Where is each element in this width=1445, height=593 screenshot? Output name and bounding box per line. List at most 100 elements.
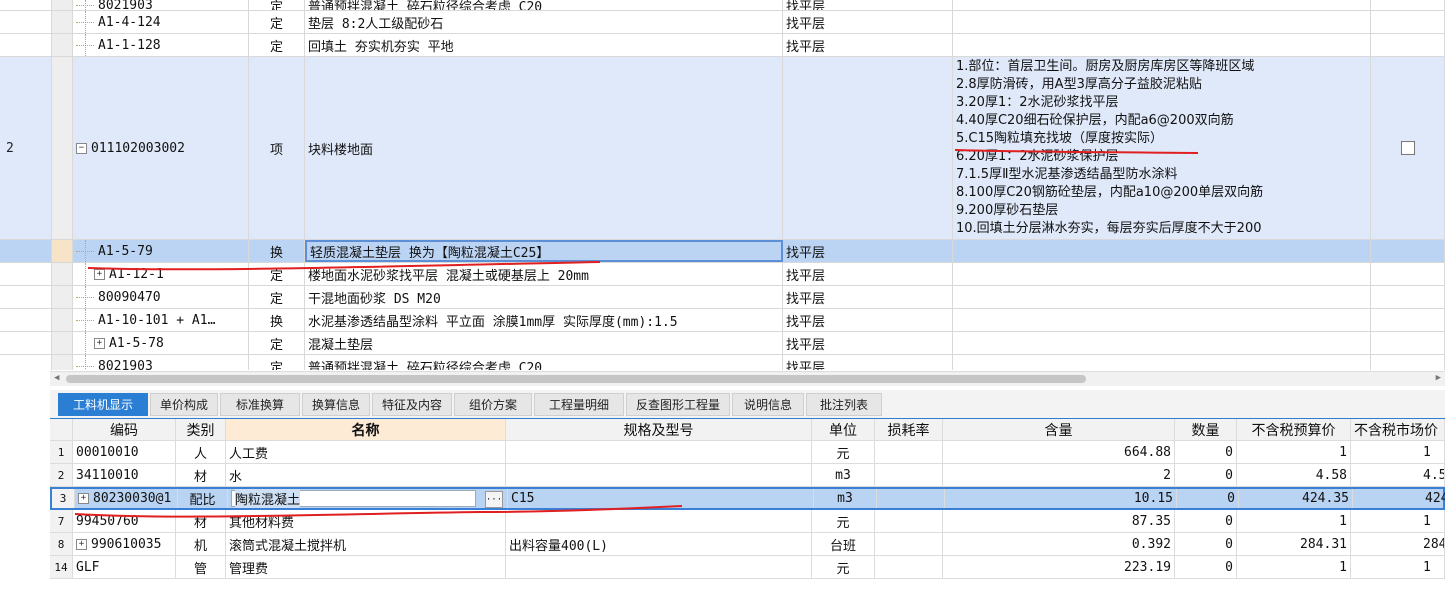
- item-check-cell[interactable]: [1371, 34, 1445, 56]
- item-check-cell[interactable]: [1371, 0, 1445, 10]
- item-type[interactable]: 定: [249, 34, 305, 56]
- resource-name-cell[interactable]: 陶粒混凝土 ···: [228, 489, 508, 508]
- item-type[interactable]: 定: [249, 286, 305, 308]
- resource-loss-rate[interactable]: [875, 533, 943, 555]
- item-name[interactable]: 水泥基渗透结晶型涂料 平立面 涂膜1mm厚 实际厚度(mm):1.5: [305, 309, 783, 331]
- horizontal-scrollbar[interactable]: ◀ ▶: [50, 371, 1445, 386]
- resource-code-cell[interactable]: +80230030@1: [75, 489, 178, 508]
- resource-unit[interactable]: m3: [814, 489, 877, 508]
- bill-row[interactable]: + A1-12-1 定楼地面水泥砂浆找平层 混凝土或硬基层上 20mm 找平层: [0, 263, 1445, 286]
- resource-quantity[interactable]: 0: [1175, 556, 1237, 578]
- resource-unit[interactable]: m3: [812, 464, 875, 486]
- resource-category[interactable]: 材: [176, 510, 226, 532]
- item-code-cell[interactable]: A1-1-128: [73, 34, 249, 56]
- resource-loss-rate[interactable]: [877, 489, 945, 508]
- header-code[interactable]: 编码: [73, 419, 176, 440]
- item-feature[interactable]: 找平层: [783, 34, 953, 56]
- header-market-price[interactable]: 不含税市场价: [1351, 419, 1445, 440]
- resource-code-cell[interactable]: 99450760: [73, 510, 176, 532]
- item-name[interactable]: 普通预拌混凝土 碎石粒径综合考虑 C20: [305, 355, 783, 370]
- row-gutter[interactable]: [52, 34, 73, 56]
- item-description-cell[interactable]: 1.部位：首层卫生间。厨房及厨房库房区等降班区域 2.8厚防滑砖，用A型3厚高分子…: [953, 57, 1371, 239]
- resource-unit[interactable]: 元: [812, 556, 875, 578]
- item-description-cell[interactable]: [953, 263, 1371, 285]
- tab-3[interactable]: 换算信息: [302, 393, 370, 416]
- resource-row[interactable]: 234110010材水m3204.584.58: [50, 464, 1445, 487]
- resource-category[interactable]: 人: [176, 441, 226, 463]
- resource-name-cell[interactable]: 其他材料费: [226, 510, 506, 532]
- resource-row[interactable]: 1 00010010 人人工费元 664.88 0 1 1: [50, 441, 1445, 464]
- resource-budget-price[interactable]: 1: [1237, 441, 1351, 463]
- item-name[interactable]: 混凝土垫层: [305, 332, 783, 354]
- tab-0[interactable]: 工料机显示: [58, 393, 148, 416]
- resource-spec[interactable]: [506, 441, 812, 463]
- scroll-left-icon[interactable]: ◀: [54, 373, 59, 383]
- item-type[interactable]: 项: [249, 57, 305, 239]
- item-description-cell[interactable]: [953, 309, 1371, 331]
- row-gutter[interactable]: [52, 57, 73, 239]
- item-name[interactable]: 回填土 夯实机夯实 平地: [305, 34, 783, 56]
- resource-content[interactable]: 87.35: [943, 510, 1175, 532]
- tab-5[interactable]: 组价方案: [454, 393, 532, 416]
- lock-checkbox[interactable]: [1400, 141, 1415, 155]
- resource-quantity[interactable]: 0: [1175, 510, 1237, 532]
- tab-2[interactable]: 标准换算: [220, 393, 300, 416]
- header-quantity[interactable]: 数量: [1175, 419, 1237, 440]
- resource-loss-rate[interactable]: [875, 510, 943, 532]
- resource-content[interactable]: 2: [943, 464, 1175, 486]
- resource-market-price[interactable]: 1: [1351, 510, 1445, 532]
- row-gutter[interactable]: [52, 355, 73, 370]
- resource-spec[interactable]: 出料容量400(L): [506, 533, 812, 555]
- item-name[interactable]: 轻质混凝土垫层 换为【陶粒混凝土C25】: [305, 240, 783, 262]
- resource-name-cell[interactable]: 人工费: [226, 441, 506, 463]
- item-code-cell[interactable]: A1-10-101 + A1…: [73, 309, 249, 331]
- item-feature[interactable]: [783, 57, 953, 239]
- item-check-cell[interactable]: [1371, 240, 1445, 262]
- resource-code-cell[interactable]: +990610035: [73, 533, 176, 555]
- bill-row[interactable]: A1-1-128 定回填土 夯实机夯实 平地 找平层: [0, 34, 1445, 57]
- item-description-cell[interactable]: [953, 0, 1371, 10]
- item-feature[interactable]: 找平层: [783, 11, 953, 33]
- bill-row[interactable]: A1-5-79 换轻质混凝土垫层 换为【陶粒混凝土C25】 找平层: [0, 240, 1445, 263]
- item-check-cell[interactable]: [1371, 332, 1445, 354]
- item-description-cell[interactable]: [953, 332, 1371, 354]
- item-check-cell[interactable]: [1371, 309, 1445, 331]
- resource-code-cell[interactable]: 34110010: [73, 464, 176, 486]
- expand-icon[interactable]: +: [76, 538, 87, 550]
- resource-budget-price[interactable]: 1: [1237, 556, 1351, 578]
- resource-quantity[interactable]: 0: [1175, 441, 1237, 463]
- tab-4[interactable]: 特征及内容: [372, 393, 452, 416]
- item-type[interactable]: 定: [249, 263, 305, 285]
- header-loss-rate[interactable]: 损耗率: [875, 419, 943, 440]
- item-description-cell[interactable]: [953, 355, 1371, 370]
- row-gutter[interactable]: [52, 309, 73, 331]
- item-code-cell[interactable]: −011102003002: [73, 57, 249, 239]
- item-name[interactable]: 楼地面水泥砂浆找平层 混凝土或硬基层上 20mm: [305, 263, 783, 285]
- item-type[interactable]: 换: [249, 309, 305, 331]
- resource-spec[interactable]: C15: [508, 489, 814, 508]
- resource-category[interactable]: 材: [176, 464, 226, 486]
- resource-spec[interactable]: [506, 464, 812, 486]
- resource-name-cell[interactable]: 管理费: [226, 556, 506, 578]
- item-check-cell[interactable]: [1371, 263, 1445, 285]
- row-gutter[interactable]: [52, 263, 73, 285]
- item-code-cell[interactable]: 8021903: [73, 0, 249, 10]
- item-description-cell[interactable]: [953, 240, 1371, 262]
- item-name[interactable]: 块料楼地面: [305, 57, 783, 239]
- item-code-cell[interactable]: 8021903: [73, 355, 249, 370]
- resource-code-cell[interactable]: GLF: [73, 556, 176, 578]
- bill-row[interactable]: 2−011102003002 项块料楼地面 1.部位：首层卫生间。厨房及厨房库房区等…: [0, 57, 1445, 240]
- item-description-cell[interactable]: [953, 286, 1371, 308]
- resource-market-price[interactable]: 1: [1351, 556, 1445, 578]
- row-gutter[interactable]: [52, 11, 73, 33]
- resource-content[interactable]: 664.88: [943, 441, 1175, 463]
- header-spec[interactable]: 规格及型号: [506, 419, 812, 440]
- item-name[interactable]: 垫层 8:2人工级配砂石: [305, 11, 783, 33]
- resource-market-price[interactable]: 4.58: [1351, 464, 1445, 486]
- tab-6[interactable]: 工程量明细: [534, 393, 624, 416]
- resource-spec[interactable]: [506, 556, 812, 578]
- resource-row[interactable]: 14 GLF 管管理费元 223.19 0 1 1: [50, 556, 1445, 579]
- item-feature[interactable]: 找平层: [783, 240, 953, 262]
- item-feature[interactable]: 找平层: [783, 286, 953, 308]
- item-code-cell[interactable]: 80090470: [73, 286, 249, 308]
